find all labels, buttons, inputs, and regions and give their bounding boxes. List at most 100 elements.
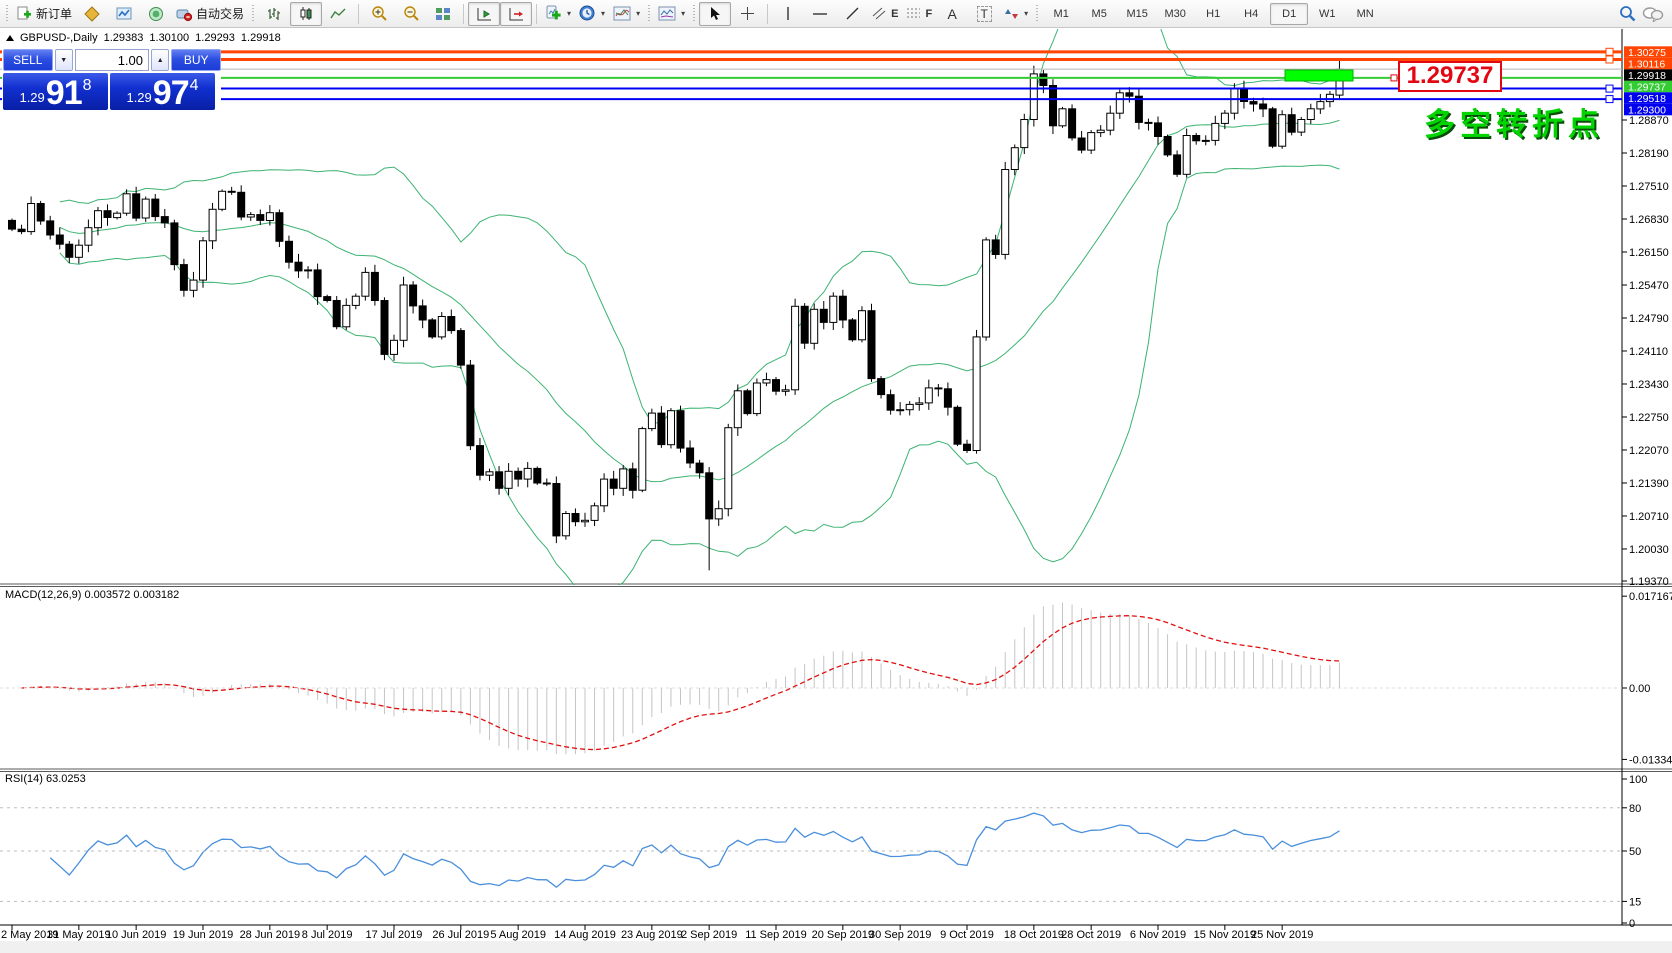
chart-canvas[interactable]: 1.288701.281901.275101.268301.261501.254… [0,0,1672,953]
periods-clock-icon [579,5,596,22]
trendline-icon [845,6,860,21]
horizontal-line-tool[interactable] [804,2,836,26]
toolbar-separator [358,4,359,24]
text-tool[interactable]: A [936,2,968,26]
fibonacci-glyph: F [925,8,932,20]
price-tick-label: 1.27510 [1629,181,1669,193]
date-label: 17 Jul 2019 [366,929,423,941]
rsi-tick-label: 50 [1629,846,1641,858]
horizontal-line-icon [812,7,828,21]
chart-layout-icon [658,6,676,21]
timeframe-h1[interactable]: H1 [1194,3,1232,25]
bar-chart-button[interactable] [258,2,290,26]
search-icon[interactable] [1619,5,1636,22]
buy-button[interactable]: BUY [171,49,221,71]
autotrading-icon [176,6,192,22]
sell-button[interactable]: SELL [3,49,53,71]
toolbar-right [1619,5,1670,22]
toolbar-grip[interactable] [5,5,9,23]
new-order-button[interactable]: 新订单 [12,2,76,26]
sell-price[interactable]: 1.29918 [3,73,108,110]
price-callout-label[interactable]: 1.29737 [1398,61,1502,92]
arrows-tool[interactable]: ▾ [1000,2,1032,26]
navigator-button[interactable] [140,2,172,26]
tile-windows-button[interactable] [427,2,459,26]
equidistant-channel-tool[interactable]: E [868,2,902,26]
timeframe-w1[interactable]: W1 [1308,3,1346,25]
toolbar-grip[interactable] [1035,5,1039,23]
date-label: 6 Nov 2019 [1130,929,1186,941]
autotrading-button[interactable]: 自动交易 [172,2,248,26]
timeframe-d1[interactable]: D1 [1270,3,1308,25]
date-label: 5 Aug 2019 [490,929,546,941]
dropdown-caret-icon[interactable]: ▾ [567,9,571,18]
crosshair-button[interactable] [731,2,763,26]
price-tick-label: 1.26150 [1629,247,1669,259]
channel-glyph: E [891,8,898,20]
macd-tick-label: 0.017167 [1629,591,1672,603]
line-chart-button[interactable] [322,2,354,26]
buy-price[interactable]: 1.29974 [110,73,215,110]
timeframe-mn[interactable]: MN [1346,3,1384,25]
volume-input[interactable] [75,49,149,71]
price-tick-label: 1.21390 [1629,478,1669,490]
toolbar-grip[interactable] [251,5,255,23]
vertical-line-icon [782,6,794,21]
zoom-out-button[interactable] [395,2,427,26]
annotation-rectangle[interactable] [1285,70,1353,81]
vertical-line-tool[interactable] [772,2,804,26]
market-watch-button[interactable] [76,2,108,26]
status-strip [0,941,1672,953]
auto-scroll-button[interactable] [468,2,500,26]
volume-increase-button[interactable]: ▲ [151,49,169,71]
data-window-icon [116,6,132,22]
date-label: 10 Jun 2019 [106,929,167,941]
macd-layer [22,603,1340,755]
fibonacci-tool[interactable]: F [902,2,936,26]
templates-button[interactable]: ▾ [609,2,644,26]
chart-layout-button[interactable]: ▾ [654,2,689,26]
dropdown-caret-icon[interactable]: ▾ [636,9,640,18]
dropdown-caret-icon[interactable]: ▾ [681,9,685,18]
toolbar-grip[interactable] [692,5,696,23]
channel-icon [872,7,887,20]
ohlc-high: 1.30100 [149,32,189,44]
hlines-layer[interactable] [0,48,1622,102]
text-label-tool[interactable]: T [968,2,1000,26]
price-tick-label: 1.24790 [1629,313,1669,325]
date-axis: 2 May 201931 May 201910 Jun 201919 Jun 2… [1,925,1313,941]
trendline-tool[interactable] [836,2,868,26]
toolbar-grip[interactable] [647,5,651,23]
data-window-button[interactable] [108,2,140,26]
chart-shift-button[interactable] [500,2,532,26]
rsi-indicator-label: RSI(14) 63.0253 [5,773,86,785]
date-label: 30 Sep 2019 [869,929,931,941]
periods-button[interactable]: ▾ [575,2,609,26]
zoom-in-button[interactable] [363,2,395,26]
dropdown-caret-icon[interactable]: ▾ [601,9,605,18]
buy-price-pip: 4 [190,77,199,95]
macd-tick-label: 0.00 [1629,683,1650,695]
timeframe-h4[interactable]: H4 [1232,3,1270,25]
timeframe-m15[interactable]: M15 [1118,3,1156,25]
macd-tick-label: -0.013348 [1629,754,1672,766]
dropdown-caret-icon[interactable]: ▾ [1024,9,1028,18]
text-tool-glyph: A [948,6,957,22]
timeframe-m1[interactable]: M1 [1042,3,1080,25]
timeframe-m30[interactable]: M30 [1156,3,1194,25]
chat-icon[interactable] [1642,6,1664,22]
price-tick-label: 1.20030 [1629,544,1669,556]
timeframe-m5[interactable]: M5 [1080,3,1118,25]
candlestick-chart-button[interactable] [290,2,322,26]
rsi-tick-label: 15 [1629,896,1641,908]
toolbar-separator [463,4,464,24]
new-order-label: 新订单 [36,5,72,22]
price-tick-label: 1.22750 [1629,412,1669,424]
volume-decrease-button[interactable]: ▼ [55,49,73,71]
collapse-icon[interactable] [6,35,14,41]
date-label: 18 Oct 2019 [1004,929,1064,941]
date-label: 11 Sep 2019 [745,929,807,941]
toolbar-separator [536,4,537,24]
cursor-button[interactable] [699,2,731,26]
indicators-button[interactable]: ▾ [541,2,575,26]
